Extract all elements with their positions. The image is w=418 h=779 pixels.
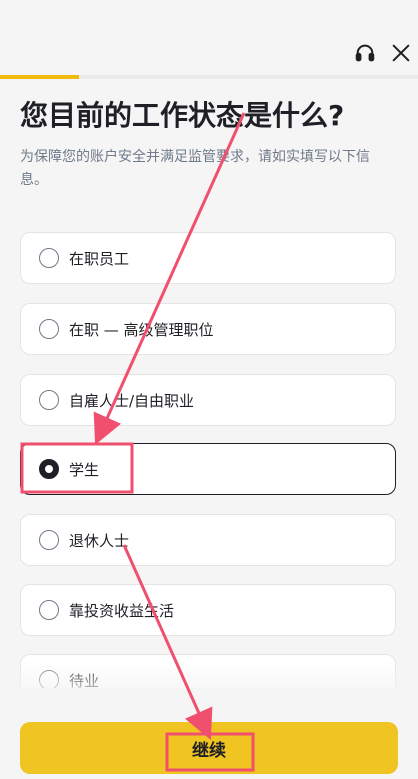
radio-icon [39, 390, 59, 410]
radio-icon [39, 248, 59, 268]
continue-button[interactable]: 继续 [20, 722, 398, 774]
option-unemployed[interactable]: 待业 [20, 654, 396, 688]
option-student[interactable]: 学生 [20, 443, 396, 495]
top-bar [0, 0, 418, 79]
progress-bar [0, 75, 418, 79]
close-icon[interactable] [388, 40, 414, 66]
radio-icon [39, 319, 59, 339]
employment-options-list: 在职员工 在职 — 高级管理职位 自雇人士/自由职业 学生 退休人士 靠投资收益… [20, 232, 398, 688]
option-investment-income[interactable]: 靠投资收益生活 [20, 584, 396, 636]
option-label: 在职员工 [69, 249, 130, 268]
option-label: 在职 — 高级管理职位 [69, 320, 214, 339]
option-self-employed[interactable]: 自雇人士/自由职业 [20, 374, 396, 426]
option-label: 退休人士 [69, 531, 130, 550]
radio-icon [39, 670, 59, 688]
option-senior-management[interactable]: 在职 — 高级管理职位 [20, 303, 396, 355]
option-retired[interactable]: 退休人士 [20, 514, 396, 566]
option-label: 学生 [69, 460, 100, 479]
option-label: 靠投资收益生活 [69, 601, 175, 620]
radio-selected-icon [39, 459, 59, 479]
page-title: 您目前的工作状态是什么? [20, 99, 345, 132]
option-label: 待业 [69, 671, 100, 689]
option-label: 自雇人士/自由职业 [69, 391, 195, 410]
radio-icon [39, 600, 59, 620]
headset-icon[interactable] [352, 40, 378, 66]
radio-icon [39, 530, 59, 550]
option-employee[interactable]: 在职员工 [20, 232, 396, 284]
progress-bar-fill [0, 75, 80, 79]
page-subtitle: 为保障您的账户安全并满足监管要求，请如实填写以下信息。 [20, 149, 370, 188]
